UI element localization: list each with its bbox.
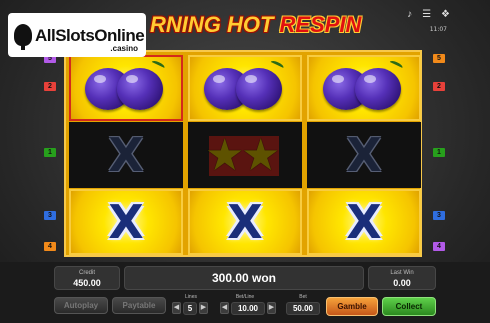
brand-suffix: .casino: [110, 44, 138, 53]
symbol-x: X: [307, 122, 421, 188]
symbol-stars: ★ ★: [188, 122, 302, 188]
bet-line-label: Bet/Line: [235, 294, 255, 300]
reel-2: ★ ★ X: [188, 55, 302, 255]
stars-icon: ★ ★: [205, 131, 281, 180]
bet-line-increase-button[interactable]: ▶: [267, 302, 276, 314]
symbol-plum: [188, 55, 302, 121]
symbol-plum: [307, 55, 421, 121]
fullscreen-icon[interactable]: ❖: [441, 9, 450, 20]
lines-decrease-button[interactable]: ◀: [172, 302, 181, 314]
symbol-x: X: [69, 122, 183, 188]
bet-label: Bet: [299, 294, 307, 300]
title-part1: RNING HOT: [150, 12, 274, 37]
spade-icon: [14, 24, 32, 50]
credit-display: Credit 450.00: [54, 266, 120, 290]
reel-1: X X: [69, 55, 183, 255]
credit-label: Credit: [78, 270, 95, 276]
line-marker-right-4: 4: [433, 242, 445, 251]
plum-icon: [85, 59, 167, 114]
settings-sliders-icon[interactable]: ☰: [422, 9, 431, 20]
win-display: 300.00 won: [124, 266, 364, 290]
x-symbol-icon: X: [227, 195, 263, 249]
x-symbol-icon: X: [108, 128, 144, 182]
line-marker-right-3: 3: [433, 211, 445, 220]
title-part2: RESPIN: [279, 12, 362, 37]
line-marker-left-1: 1: [44, 148, 56, 157]
game-title: RNING HOT RESPIN: [150, 10, 361, 40]
reel-3: X X: [307, 55, 421, 255]
x-symbol-icon: X: [346, 195, 382, 249]
music-note-icon[interactable]: ♪: [407, 9, 412, 20]
reels-area[interactable]: X X ★ ★ X X X: [64, 50, 422, 257]
symbol-plum: [69, 55, 183, 121]
x-symbol-icon: X: [108, 195, 144, 249]
last-win-label: Last Win: [390, 270, 414, 276]
plum-icon: [204, 59, 286, 114]
top-icons: ♪ ☰ ❖: [407, 9, 450, 20]
gamble-button[interactable]: Gamble: [326, 297, 378, 316]
brand-name: AllSlotsOnline: [35, 25, 145, 45]
plum-icon: [323, 59, 405, 114]
last-win-value: 0.00: [393, 278, 411, 288]
bet-line-decrease-button[interactable]: ◀: [220, 302, 229, 314]
last-win-display: Last Win 0.00: [368, 266, 436, 290]
line-marker-right-5: 5: [433, 54, 445, 63]
watermark-logo: AllSlotsOnline .casino: [8, 13, 146, 57]
bet-value: 50.00: [286, 302, 320, 315]
lines-value: 5: [183, 302, 197, 315]
symbol-x: X: [188, 189, 302, 255]
symbol-x: X: [307, 189, 421, 255]
line-marker-left-2: 2: [44, 82, 56, 91]
credit-value: 450.00: [73, 278, 101, 288]
line-marker-right-1: 1: [433, 148, 445, 157]
clock: 11:07: [429, 26, 447, 33]
lines-increase-button[interactable]: ▶: [199, 302, 208, 314]
autoplay-button[interactable]: Autoplay: [54, 297, 108, 314]
lines-label: Lines: [185, 294, 197, 300]
bet-line-value: 10.00: [231, 302, 265, 315]
line-marker-left-3: 3: [44, 211, 56, 220]
collect-button[interactable]: Collect: [382, 297, 436, 316]
symbol-x: X: [69, 189, 183, 255]
line-marker-right-2: 2: [433, 82, 445, 91]
line-marker-left-4: 4: [44, 242, 56, 251]
paytable-button[interactable]: Paytable: [112, 297, 166, 314]
game-stage: AllSlotsOnline .casino RNING HOT RESPIN …: [0, 0, 490, 323]
x-symbol-icon: X: [346, 128, 382, 182]
